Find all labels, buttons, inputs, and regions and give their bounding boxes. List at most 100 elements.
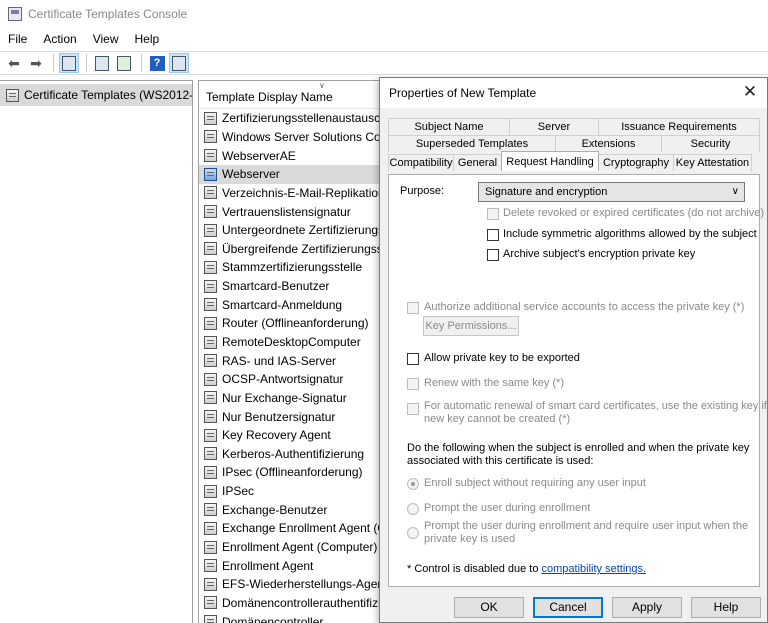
console-tree-icon[interactable] — [59, 53, 79, 73]
smartcard-existing-key-checkbox[interactable] — [407, 403, 419, 415]
tab-extensions[interactable]: Extensions — [555, 135, 662, 152]
tab-security[interactable]: Security — [661, 135, 760, 152]
certificate-template-icon — [204, 335, 217, 349]
list-item[interactable]: Exchange Enrollment Agent (O — [199, 519, 388, 538]
properties-icon[interactable] — [92, 53, 112, 73]
list-item[interactable]: Domänencontrollerauthentifizi — [199, 594, 388, 613]
certificate-template-icon — [204, 167, 217, 181]
column-header-template-display-name[interactable]: ∨ Template Display Name — [199, 81, 388, 109]
tab-general[interactable]: General — [453, 154, 502, 171]
key-permissions-button[interactable]: Key Permissions... — [423, 316, 519, 336]
tab-key-attestation[interactable]: Key Attestation — [673, 154, 752, 171]
list-item[interactable]: EFS-Wiederherstellungs-Agent — [199, 575, 388, 594]
tab-superseded-templates[interactable]: Superseded Templates — [388, 135, 556, 152]
list-item[interactable]: Smartcard-Anmeldung — [199, 295, 388, 314]
list-item[interactable]: WebserverAE — [199, 146, 388, 165]
enroll-silent-radio[interactable] — [407, 478, 419, 490]
certificate-template-icon — [204, 223, 217, 237]
list-item[interactable]: Domänencontroller — [199, 612, 388, 623]
tab-compatibility[interactable]: Compatibility — [388, 154, 454, 171]
list-item[interactable]: Untergeordnete Zertifizierungs — [199, 221, 388, 240]
list-item[interactable]: Zertifizierungsstellenaustausch — [199, 109, 388, 128]
certificate-template-icon — [204, 298, 217, 312]
help-icon[interactable]: ? — [147, 53, 167, 73]
ok-button[interactable]: OK — [454, 597, 524, 618]
purpose-select[interactable]: Signature and encryption ∨ — [478, 182, 745, 202]
list-item[interactable]: Vertrauenslistensignatur — [199, 202, 388, 221]
list-item[interactable]: OCSP-Antwortsignatur — [199, 370, 388, 389]
forward-icon[interactable]: ➡ — [26, 53, 46, 73]
list-item[interactable]: Webserver — [199, 164, 388, 184]
compatibility-settings-link[interactable]: compatibility settings. — [542, 563, 647, 575]
list-item[interactable]: Router (Offlineanforderung) — [199, 314, 388, 333]
list-item-label: IPsec (Offlineanforderung) — [222, 465, 363, 480]
include-symmetric-checkbox[interactable] — [487, 229, 499, 241]
menu-view[interactable]: View — [85, 28, 127, 50]
list-item[interactable]: Kerberos-Authentifizierung — [199, 445, 388, 464]
cancel-button[interactable]: Cancel — [533, 597, 603, 618]
list-item[interactable]: Windows Server Solutions Com — [199, 128, 388, 147]
list-item[interactable]: IPSec — [199, 482, 388, 501]
sort-chevron-icon: ∨ — [319, 81, 325, 90]
export-icon[interactable] — [114, 53, 134, 73]
tab-issuance-requirements[interactable]: Issuance Requirements — [598, 118, 760, 135]
certificate-template-icon — [204, 465, 217, 479]
window-title: Certificate Templates Console — [28, 7, 188, 21]
list-item[interactable]: RemoteDesktopComputer — [199, 333, 388, 352]
menu-help[interactable]: Help — [127, 28, 168, 50]
certificate-template-icon — [204, 615, 217, 623]
list-item-label: Zertifizierungsstellenaustausch — [222, 111, 387, 126]
enroll-silent-label: Enroll subject without requiring any use… — [424, 477, 646, 489]
title-bar: Certificate Templates Console — [0, 0, 768, 28]
list-item[interactable]: Nur Benutzersignatur — [199, 407, 388, 426]
renew-same-key-checkbox[interactable] — [407, 378, 419, 390]
authorize-accounts-checkbox[interactable] — [407, 302, 419, 314]
list-item[interactable]: Verzeichnis-E-Mail-Replikation — [199, 184, 388, 203]
menu-action[interactable]: Action — [35, 28, 84, 50]
list-item[interactable]: Stammzertifizierungsstelle — [199, 258, 388, 277]
list-item-label: WebserverAE — [222, 148, 296, 163]
delete-revoked-checkbox[interactable] — [487, 208, 499, 220]
purpose-select-value: Signature and encryption — [485, 186, 608, 198]
list-item[interactable]: Enrollment Agent — [199, 556, 388, 575]
tab-server[interactable]: Server — [509, 118, 599, 135]
enroll-intro-line1: Do the following when the subject is enr… — [407, 442, 750, 454]
list-item[interactable]: Übergreifende Zertifizierungsst — [199, 239, 388, 258]
tab-subject-name[interactable]: Subject Name — [388, 118, 510, 135]
tab-cryptography[interactable]: Cryptography — [598, 154, 674, 171]
list-item[interactable]: Key Recovery Agent — [199, 426, 388, 445]
list-item[interactable]: Smartcard-Benutzer — [199, 277, 388, 296]
allow-export-checkbox[interactable] — [407, 353, 419, 365]
tab-row-3: Compatibility General Request Handling C… — [388, 151, 752, 171]
prompt-require-radio[interactable] — [407, 527, 419, 539]
certificate-template-icon — [204, 279, 217, 293]
list-item[interactable]: Enrollment Agent (Computer) — [199, 538, 388, 557]
menu-file[interactable]: File — [0, 28, 35, 50]
list-item-label: Exchange-Benutzer — [222, 502, 328, 517]
list-item[interactable]: RAS- und IAS-Server — [199, 351, 388, 370]
list-item-label: Nur Exchange-Signatur — [222, 390, 347, 405]
show-pane-icon[interactable] — [169, 53, 189, 73]
certificate-template-icon — [204, 149, 217, 163]
help-button[interactable]: Help — [691, 597, 761, 618]
archive-key-checkbox[interactable] — [487, 249, 499, 261]
close-icon[interactable]: ✕ — [741, 83, 759, 101]
archive-key-label: Archive subject's encryption private key — [503, 248, 696, 260]
list-item-label: Domänencontrollerauthentifizi — [222, 595, 381, 610]
back-icon[interactable]: ⬅ — [4, 53, 24, 73]
prompt-require-label-line2: private key is used — [424, 533, 516, 545]
toolbar: ⬅ ➡ ? — [0, 51, 768, 75]
certificate-template-icon — [204, 559, 217, 573]
tree-item-certificate-templates[interactable]: Certificate Templates (WS2012-D — [0, 84, 192, 106]
prompt-enroll-radio[interactable] — [407, 503, 419, 515]
list-item-label: EFS-Wiederherstellungs-Agent — [222, 577, 388, 592]
tab-request-handling[interactable]: Request Handling — [501, 151, 599, 171]
tab-row-1: Subject Name Server Issuance Requirement… — [388, 118, 760, 135]
certificate-template-icon — [204, 111, 217, 125]
certificate-template-icon — [204, 130, 217, 144]
list-item[interactable]: Nur Exchange-Signatur — [199, 389, 388, 408]
apply-button[interactable]: Apply — [612, 597, 682, 618]
list-item[interactable]: IPsec (Offlineanforderung) — [199, 463, 388, 482]
list-item[interactable]: Exchange-Benutzer — [199, 500, 388, 519]
tree-item-label: Certificate Templates (WS2012-D — [24, 88, 192, 102]
